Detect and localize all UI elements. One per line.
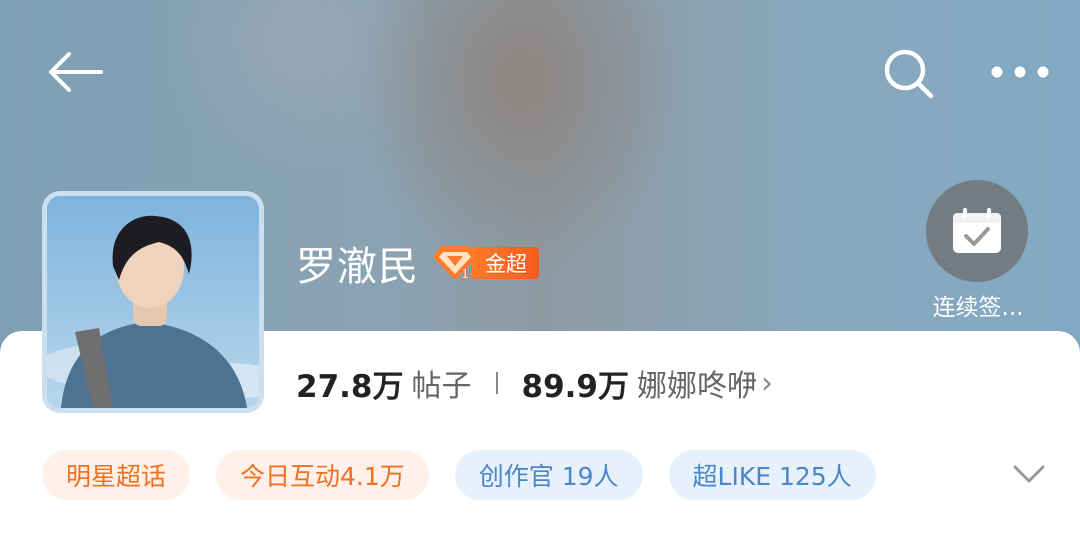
fans-count: 89.9万 [521,368,630,405]
checkin-label: 连续签... [932,295,1024,321]
avatar[interactable] [42,191,264,413]
stats-row: 27.8万 帖子 89.9万 娜娜咚咿 › [296,360,773,406]
expand-button[interactable] [1008,456,1050,492]
fans-link[interactable]: 89.9万 娜娜咚咿 › [522,361,774,406]
fans-label: 娜娜咚咿 [637,369,757,404]
tag-today-interactions[interactable]: 今日互动4.1万 [216,450,429,500]
posts-label: 帖子 [411,369,472,404]
calendar-check-icon [953,208,1001,253]
stats-divider [495,372,498,394]
profile-photo [47,196,259,408]
search-icon [884,49,934,99]
checkin-circle [926,180,1028,282]
back-button[interactable] [40,42,110,102]
tag-super-like[interactable]: 超LIKE 125人 [668,450,876,500]
arrow-left-icon [49,52,103,92]
more-horizontal-icon [991,66,1049,78]
badge-level-number: 1 [461,265,469,281]
page-title: 罗澈民 [296,244,419,290]
posts-count: 27.8万 [296,368,404,405]
badge-label: 金超 [471,247,539,279]
chevron-right-icon: › [761,365,773,401]
checkin-button[interactable]: 连续签... [926,180,1030,322]
search-button[interactable] [876,42,942,106]
tags-row: 明星超话 今日互动4.1万 创作官 19人 超LIKE 125人 [42,450,902,500]
tag-creators[interactable]: 创作官 19人 [454,450,643,500]
level-badge[interactable]: 1 金超 [431,245,539,281]
chevron-down-icon [1013,465,1045,483]
more-button[interactable] [984,50,1056,94]
tag-star-topic[interactable]: 明星超话 [42,450,191,500]
title-row: 罗澈民 1 金超 [296,234,539,292]
